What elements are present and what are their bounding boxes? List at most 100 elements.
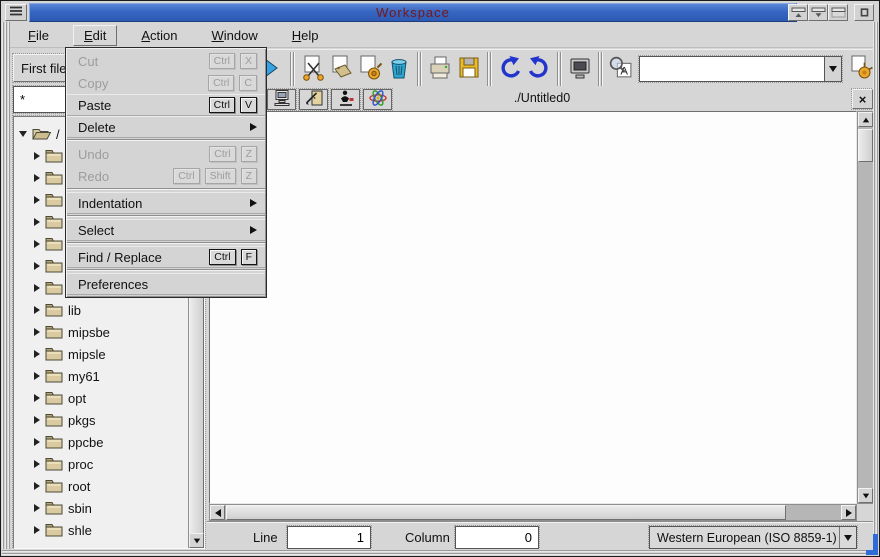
paste-button[interactable] bbox=[356, 53, 385, 85]
line-input[interactable] bbox=[287, 526, 371, 549]
save-icon bbox=[455, 54, 483, 85]
expand-arrow-icon[interactable] bbox=[30, 152, 43, 160]
expand-arrow-icon[interactable] bbox=[30, 262, 43, 270]
scroll-up-button[interactable] bbox=[858, 112, 873, 127]
paste-icon bbox=[356, 54, 384, 85]
tree-item-opt[interactable]: opt bbox=[14, 387, 188, 409]
toolbar-separator bbox=[486, 52, 492, 86]
expand-arrow-icon[interactable] bbox=[30, 306, 43, 314]
folder-closed-icon bbox=[45, 215, 63, 229]
redo-button[interactable] bbox=[524, 53, 553, 85]
expand-arrow-icon[interactable] bbox=[30, 482, 43, 490]
tree-item-mipsle[interactable]: mipsle bbox=[14, 343, 188, 365]
expand-arrow-icon[interactable] bbox=[30, 328, 43, 336]
tree-item-label: root bbox=[68, 479, 90, 494]
editor-text-area[interactable] bbox=[209, 111, 857, 504]
column-input[interactable] bbox=[455, 526, 539, 549]
shade-up-button[interactable] bbox=[788, 4, 808, 21]
expand-arrow-icon[interactable] bbox=[30, 526, 43, 534]
menu-item-paste[interactable]: PasteCtrlV bbox=[67, 94, 265, 116]
menu-window[interactable]: Window bbox=[202, 26, 268, 45]
close-button[interactable] bbox=[854, 4, 874, 21]
expand-arrow-icon[interactable] bbox=[30, 174, 43, 182]
folder-closed-icon bbox=[45, 347, 63, 361]
menu-item-redo: RedoCtrlShiftZ bbox=[67, 165, 265, 187]
menu-item-preferences[interactable]: Preferences bbox=[67, 273, 265, 295]
expand-arrow-icon[interactable] bbox=[30, 284, 43, 292]
menu-item-label: Find / Replace bbox=[78, 250, 204, 265]
terminal-button[interactable] bbox=[565, 53, 594, 85]
folder-closed-icon bbox=[45, 479, 63, 493]
expand-arrow-icon[interactable] bbox=[30, 350, 43, 358]
titlebar[interactable]: Workspace bbox=[2, 2, 878, 22]
expand-arrow-icon[interactable] bbox=[30, 240, 43, 248]
tree-item-sbin[interactable]: sbin bbox=[14, 497, 188, 519]
combo-arrow-button[interactable] bbox=[824, 57, 841, 81]
search-combobox[interactable] bbox=[639, 56, 842, 82]
cut-button[interactable] bbox=[298, 53, 327, 85]
scrollbar-thumb[interactable] bbox=[858, 129, 873, 162]
expand-arrow-icon[interactable] bbox=[30, 460, 43, 468]
tree-item-root[interactable]: root bbox=[14, 475, 188, 497]
expand-arrow-icon[interactable] bbox=[30, 438, 43, 446]
folder-closed-icon bbox=[45, 369, 63, 383]
trash-button[interactable] bbox=[384, 53, 413, 85]
submenu-arrow-icon bbox=[250, 199, 257, 207]
find-text-button[interactable]: A bbox=[606, 53, 635, 85]
copy-button[interactable] bbox=[327, 53, 356, 85]
titlebar-drag-area[interactable]: Workspace bbox=[29, 3, 797, 22]
maximize-button[interactable] bbox=[828, 4, 848, 21]
print-icon bbox=[426, 54, 454, 85]
menu-item-select[interactable]: Select bbox=[67, 219, 265, 241]
shade-down-button[interactable] bbox=[808, 4, 828, 21]
collapse-arrow-icon[interactable] bbox=[16, 131, 29, 137]
menu-item-label: Redo bbox=[78, 169, 168, 184]
menu-item-indentation[interactable]: Indentation bbox=[67, 192, 265, 214]
window-menu-button[interactable] bbox=[5, 4, 27, 21]
down-arrow-icon bbox=[829, 66, 837, 72]
expand-arrow-icon[interactable] bbox=[30, 416, 43, 424]
editor-vertical-scrollbar[interactable] bbox=[857, 111, 874, 504]
menu-help[interactable]: Help bbox=[282, 26, 329, 45]
editor-horizontal-scrollbar[interactable] bbox=[209, 504, 857, 521]
tree-item-lib[interactable]: lib bbox=[14, 299, 188, 321]
undo-button[interactable] bbox=[495, 53, 524, 85]
tree-item-my61[interactable]: my61 bbox=[14, 365, 188, 387]
scroll-left-button[interactable] bbox=[210, 505, 225, 520]
tab-close-button[interactable]: × bbox=[852, 89, 873, 109]
expand-arrow-icon[interactable] bbox=[30, 218, 43, 226]
menu-item-delete[interactable]: Delete bbox=[67, 116, 265, 138]
expand-arrow-icon[interactable] bbox=[30, 372, 43, 380]
statusbar: Line Column Western European (ISO 8859-1… bbox=[207, 521, 873, 551]
menu-item-find-replace[interactable]: Find / ReplaceCtrlF bbox=[67, 246, 265, 268]
scrollbar-thumb[interactable] bbox=[226, 505, 786, 520]
tree-item-label: sbin bbox=[68, 501, 92, 516]
tree-item-ppcbe[interactable]: ppcbe bbox=[14, 431, 188, 453]
resize-corner[interactable] bbox=[866, 550, 878, 555]
menu-action[interactable]: Action bbox=[131, 26, 187, 45]
folder-closed-icon bbox=[45, 501, 63, 515]
search-input[interactable] bbox=[640, 57, 824, 81]
tree-item-mipsbe[interactable]: mipsbe bbox=[14, 321, 188, 343]
scroll-down-button[interactable] bbox=[858, 488, 873, 503]
tree-item-proc[interactable]: proc bbox=[14, 453, 188, 475]
replace-button[interactable] bbox=[846, 53, 875, 85]
print-button[interactable] bbox=[426, 53, 455, 85]
tree-item-pkgs[interactable]: pkgs bbox=[14, 409, 188, 431]
scroll-right-button[interactable] bbox=[841, 505, 856, 520]
toolbar-separator bbox=[416, 52, 422, 86]
menu-file[interactable]: File bbox=[18, 26, 59, 45]
save-button[interactable] bbox=[454, 53, 483, 85]
expand-arrow-icon[interactable] bbox=[30, 394, 43, 402]
column-label: Column bbox=[405, 530, 450, 545]
combo-arrow-button[interactable] bbox=[839, 527, 856, 548]
expand-arrow-icon[interactable] bbox=[30, 504, 43, 512]
tree-item-label: / bbox=[56, 127, 60, 142]
encoding-combobox[interactable]: Western European (ISO 8859-1) bbox=[649, 526, 857, 549]
menu-edit[interactable]: Edit bbox=[73, 25, 117, 46]
scroll-down-button[interactable] bbox=[189, 533, 204, 548]
toolbar-separator bbox=[556, 52, 562, 86]
expand-arrow-icon[interactable] bbox=[30, 196, 43, 204]
tree-item-label: opt bbox=[68, 391, 86, 406]
tree-item-shle[interactable]: shle bbox=[14, 519, 188, 541]
